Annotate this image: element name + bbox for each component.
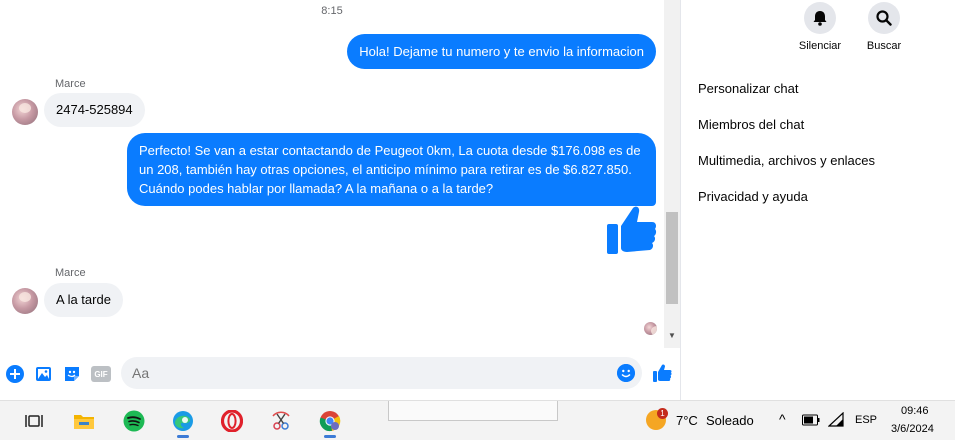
edge-icon xyxy=(173,411,193,431)
menu-item-media-files-links[interactable]: Multimedia, archivos y enlaces xyxy=(698,153,875,168)
sender-name: Marce xyxy=(55,267,86,279)
emoji-icon[interactable] xyxy=(617,364,635,382)
message-timestamp: 8:15 xyxy=(321,5,343,17)
message-bubble-incoming[interactable]: A la tarde xyxy=(44,283,123,317)
thumbs-up-icon xyxy=(607,206,657,254)
file-explorer-button[interactable] xyxy=(69,406,99,436)
clock-time[interactable]: 09:46 xyxy=(901,405,929,417)
message-bubble-incoming[interactable]: 2474-525894 xyxy=(44,93,145,127)
message-input[interactable] xyxy=(121,357,642,389)
search-label: Buscar xyxy=(866,40,902,52)
clock-date[interactable]: 3/6/2024 xyxy=(891,423,934,435)
image-icon[interactable] xyxy=(34,364,54,384)
windows-taskbar: 1 7°C Soleado ^ ESP 09:46 3/6/2024 xyxy=(0,400,955,440)
search-icon xyxy=(876,10,892,26)
avatar[interactable] xyxy=(12,99,38,125)
message-bubble-outgoing[interactable]: Hola! Dejame tu numero y te envio la inf… xyxy=(347,34,656,69)
chevron-up-icon[interactable]: ^ xyxy=(779,411,786,427)
weather-temperature[interactable]: 7°C xyxy=(676,413,698,428)
spotify-icon xyxy=(123,410,145,432)
task-view-button[interactable] xyxy=(19,406,49,436)
plus-circle-icon[interactable] xyxy=(5,364,25,384)
wifi-icon[interactable] xyxy=(828,412,844,428)
message-composer: GIF xyxy=(0,348,680,400)
battery-icon[interactable] xyxy=(802,414,820,426)
weather-condition[interactable]: Soleado xyxy=(706,413,754,428)
menu-item-privacy-help[interactable]: Privacidad y ayuda xyxy=(698,189,808,204)
sender-name: Marce xyxy=(55,78,86,90)
scrollbar-thumb[interactable] xyxy=(666,212,678,304)
search-button[interactable] xyxy=(868,2,900,34)
read-receipt-avatar xyxy=(644,322,657,335)
gif-icon[interactable]: GIF xyxy=(91,366,111,382)
file-explorer-icon xyxy=(74,415,94,429)
task-view-icon xyxy=(25,415,43,427)
sticker-icon[interactable] xyxy=(62,364,82,384)
browser-window-edge xyxy=(388,401,558,421)
chat-scrollbar[interactable]: ▼ xyxy=(664,0,680,348)
snipping-tool-icon xyxy=(272,411,290,430)
message-bubble-outgoing[interactable]: Perfecto! Se van a estar contactando de … xyxy=(127,133,656,206)
language-indicator[interactable]: ESP xyxy=(855,414,877,426)
chat-info-panel: Silenciar Buscar Personalizar chat Miemb… xyxy=(680,0,955,400)
chrome-icon xyxy=(319,411,341,432)
menu-item-chat-members[interactable]: Miembros del chat xyxy=(698,117,804,132)
edge-button[interactable] xyxy=(168,406,198,438)
mute-button[interactable] xyxy=(804,2,836,34)
thumbs-up-sticker[interactable] xyxy=(605,204,657,256)
scroll-down-arrow-icon[interactable]: ▼ xyxy=(668,331,676,340)
opera-icon xyxy=(221,410,243,432)
bell-icon xyxy=(813,11,827,26)
spotify-button[interactable] xyxy=(119,406,149,436)
menu-item-customize-chat[interactable]: Personalizar chat xyxy=(698,81,798,96)
chrome-button[interactable] xyxy=(315,406,345,438)
chat-thread: 8:15 Hola! Dejame tu numero y te envio l… xyxy=(0,0,664,348)
opera-button[interactable] xyxy=(217,406,247,436)
thumbs-up-icon[interactable] xyxy=(652,363,672,383)
mute-label: Silenciar xyxy=(798,40,842,52)
weather-notification-badge: 1 xyxy=(657,408,668,419)
snipping-tool-button[interactable] xyxy=(266,406,296,436)
avatar[interactable] xyxy=(12,288,38,314)
messenger-window: 8:15 Hola! Dejame tu numero y te envio l… xyxy=(0,0,955,440)
